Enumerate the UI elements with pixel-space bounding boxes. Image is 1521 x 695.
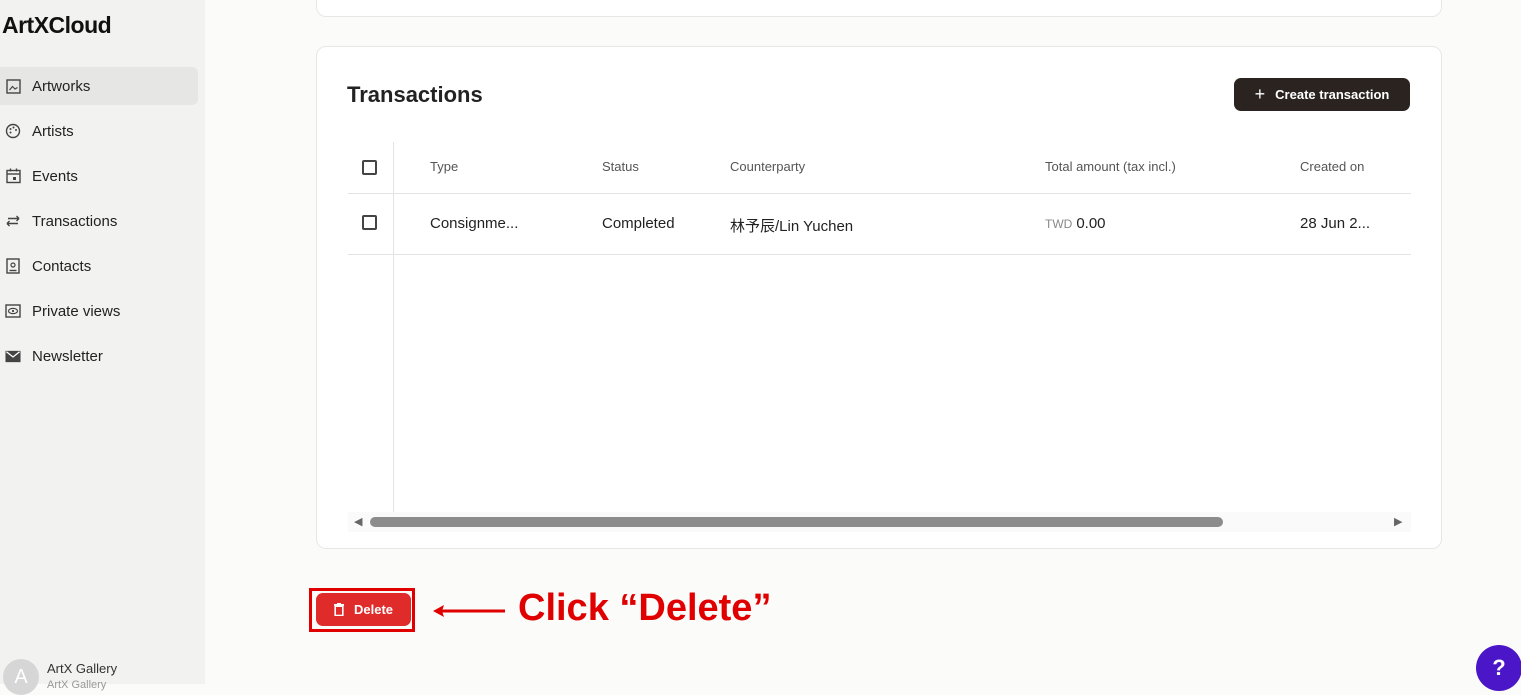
sidebar-item-newsletter[interactable]: Newsletter <box>0 337 198 375</box>
contact-card-icon <box>5 258 21 274</box>
scroll-right-icon[interactable]: ▶ <box>1394 515 1402 528</box>
cell-status: Completed <box>602 215 675 232</box>
select-all-checkbox[interactable] <box>362 160 377 175</box>
sidebar-item-label: Transactions <box>32 212 118 230</box>
horizontal-scrollbar[interactable]: ◀ ▶ <box>348 512 1411 532</box>
calendar-icon <box>5 168 21 184</box>
avatar: A <box>3 659 39 695</box>
image-icon <box>5 78 21 94</box>
card-title: Transactions <box>347 82 483 107</box>
sidebar-item-label: Events <box>32 167 78 185</box>
currency-code: TWD <box>1045 217 1073 231</box>
app-logo[interactable]: ArtXCloud <box>2 12 112 39</box>
trash-icon <box>333 603 344 616</box>
row-checkbox[interactable] <box>362 215 377 230</box>
account-subtitle: ArtX Gallery <box>47 679 107 691</box>
palette-icon <box>5 123 21 139</box>
amount-value: 0.00 <box>1076 215 1106 232</box>
plus-icon: + <box>1254 84 1266 104</box>
instruction-annotation: Click “Delete” <box>518 587 772 629</box>
previous-card <box>316 0 1442 17</box>
sidebar-item-label: Artists <box>32 122 74 140</box>
column-header-counterparty[interactable]: Counterparty <box>730 159 805 174</box>
column-header-type[interactable]: Type <box>430 159 458 174</box>
transactions-table: Type Status Counterparty Total amount (t… <box>348 142 1411 532</box>
column-header-status[interactable]: Status <box>602 159 639 174</box>
eye-icon <box>5 303 21 319</box>
account-name: ArtX Gallery <box>47 661 118 676</box>
column-header-created-on[interactable]: Created on <box>1300 159 1364 174</box>
help-button[interactable]: ? <box>1476 645 1521 691</box>
cell-type: Consignme... <box>430 215 519 232</box>
create-transaction-button[interactable]: + Create transaction <box>1234 78 1410 111</box>
help-label: ? <box>1492 655 1506 680</box>
cell-total-amount: TWD 0.00 <box>1045 215 1106 232</box>
delete-button[interactable]: Delete <box>316 593 411 626</box>
arrows-exchange-icon <box>5 213 21 229</box>
transactions-card: Transactions + Create transaction Type S… <box>316 46 1442 549</box>
sidebar-item-label: Newsletter <box>32 347 103 365</box>
scrollbar-thumb[interactable] <box>370 517 1223 527</box>
cell-counterparty: 林予辰/Lin Yuchen <box>730 218 854 235</box>
scroll-left-icon[interactable]: ◀ <box>354 515 362 528</box>
arrow-left-icon <box>433 605 505 617</box>
sidebar-item-artists[interactable]: Artists <box>0 112 198 150</box>
delete-label: Delete <box>353 602 394 617</box>
sidebar-item-label: Artworks <box>32 77 91 95</box>
sidebar-item-events[interactable]: Events <box>0 157 198 195</box>
cell-created-on: 28 Jun 2... <box>1300 215 1371 232</box>
sidebar-item-artworks[interactable]: Artworks <box>0 67 198 105</box>
sidebar-item-label: Private views <box>32 302 121 320</box>
table-row[interactable]: Consignme... Completed 林予辰/Lin Yuchen TW… <box>348 194 1411 255</box>
sidebar-item-label: Contacts <box>32 257 92 275</box>
account-switcher[interactable]: A ArtX Gallery ArtX Gallery <box>0 655 205 695</box>
sidebar: ArtXCloud Artworks Artists Events Transa… <box>0 0 205 695</box>
table-header: Type Status Counterparty Total amount (t… <box>348 142 1411 194</box>
sidebar-item-private-views[interactable]: Private views <box>0 292 198 330</box>
create-transaction-label: Create transaction <box>1275 87 1390 102</box>
sidebar-item-transactions[interactable]: Transactions <box>0 202 198 240</box>
mail-icon <box>5 348 21 364</box>
sidebar-item-contacts[interactable]: Contacts <box>0 247 198 285</box>
column-header-total-amount[interactable]: Total amount (tax incl.) <box>1045 159 1176 174</box>
